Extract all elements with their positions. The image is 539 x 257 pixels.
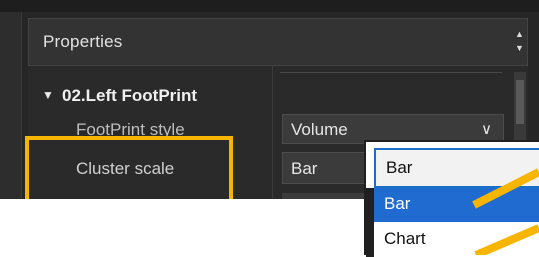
cluster-scale-value: Bar (291, 159, 318, 178)
cluster-scale-dropdown[interactable]: Bar Bar Chart (364, 140, 539, 257)
window-top-edge (0, 0, 539, 12)
properties-title: Properties (43, 32, 123, 51)
dropdown-current-value: Bar (386, 158, 413, 177)
triangle-down-icon[interactable]: ▼ (42, 88, 54, 102)
column-divider (272, 66, 273, 199)
dropdown-option-bar-label: Bar (384, 194, 411, 213)
section-title[interactable]: 02.Left FootPrint (62, 86, 197, 106)
dropdown-shadow-edge (366, 188, 374, 257)
footprint-style-value: Volume (291, 120, 348, 139)
highlight-box (25, 136, 233, 199)
dropdown-option-bar[interactable]: Bar (374, 188, 539, 222)
chevron-down-icon[interactable]: ∨ (481, 120, 492, 138)
scrollbar-thumb[interactable] (516, 80, 524, 124)
value-column-separator (280, 72, 502, 73)
dropdown-option-chart[interactable]: Chart (374, 222, 539, 257)
properties-header: Properties ▲ ▼ (28, 18, 528, 66)
left-side-strip (0, 12, 22, 199)
scroll-up-icon[interactable]: ▲ (515, 29, 524, 39)
scroll-down-icon[interactable]: ▼ (515, 43, 524, 53)
dropdown-option-chart-label: Chart (384, 229, 426, 248)
dropdown-current[interactable]: Bar (374, 148, 539, 188)
